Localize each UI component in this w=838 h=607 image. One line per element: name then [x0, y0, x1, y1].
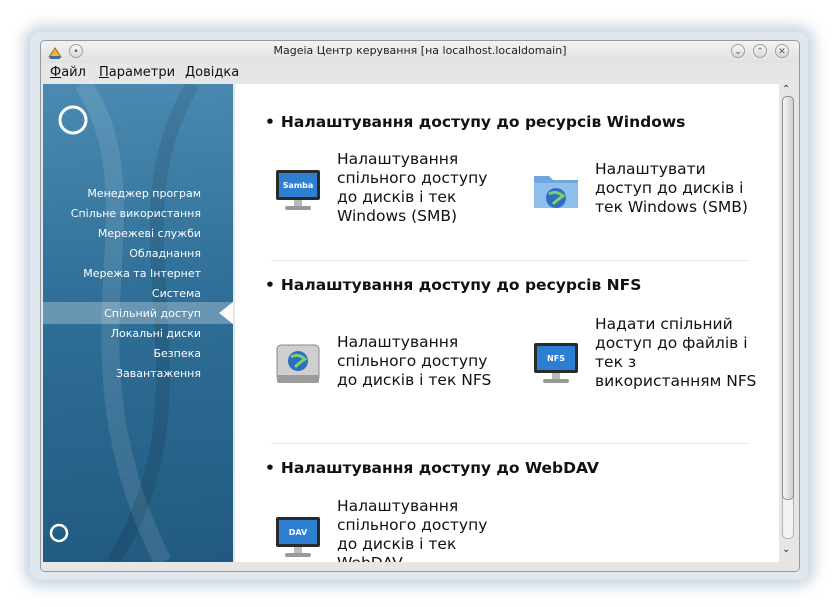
sidebar-item-local-disks[interactable]: Локальні диски — [111, 327, 201, 340]
section-divider — [271, 443, 749, 444]
svg-text:Samba: Samba — [283, 181, 314, 190]
close-button[interactable]: ✕ — [775, 44, 789, 58]
section-title-windows: • Налаштування доступу до ресурсів Window… — [265, 113, 686, 131]
sidebar-item-system[interactable]: Система — [152, 287, 201, 300]
dav-monitor-icon: DAV — [273, 511, 323, 562]
svg-text:DAV: DAV — [289, 528, 308, 537]
sidebar-item-boot[interactable]: Завантаження — [116, 367, 201, 380]
minimize-button[interactable]: ⌄ — [731, 44, 745, 58]
sidebar-item-network-sharing[interactable]: Спільний доступ — [104, 307, 201, 320]
tool-label: Налаштування спільного доступу до дисків… — [337, 150, 488, 225]
tool-label: Налаштувати доступ до дисків і тек Windo… — [595, 160, 748, 216]
sidebar-item-network-services[interactable]: Мережеві служби — [98, 227, 201, 240]
svg-text:NFS: NFS — [547, 354, 565, 363]
maximize-button[interactable]: ⌃ — [753, 44, 767, 58]
sidebar-item-software-manager[interactable]: Менеджер програм — [87, 187, 201, 200]
mageia-ring-top-icon — [58, 105, 88, 135]
tool-label: Налаштування спільного доступу до дисків… — [337, 333, 492, 389]
scroll-down-icon[interactable]: ⌄ — [782, 544, 790, 555]
menu-help[interactable]: Довідка — [185, 65, 239, 80]
menu-bar: Файл Параметри Довідка — [41, 63, 799, 83]
network-drive-icon — [273, 339, 323, 393]
section-title-nfs: • Налаштування доступу до ресурсів NFS — [265, 276, 642, 294]
control-center-window: • Mageia Центр керування [на localhost.l… — [40, 40, 800, 572]
mageia-ring-bottom-icon — [49, 523, 69, 543]
section-divider — [271, 260, 749, 261]
tool-nfs-share[interactable]: Налаштування спільного доступу до дисків… — [273, 333, 503, 393]
selection-arrow-icon — [219, 302, 233, 324]
network-folder-icon — [531, 166, 581, 220]
vertical-scrollbar[interactable]: ⌃ ⌄ — [779, 84, 797, 562]
sidebar-item-sharing[interactable]: Спільне використання — [71, 207, 201, 220]
nfs-monitor-icon: NFS — [531, 337, 581, 391]
scroll-up-icon[interactable]: ⌃ — [782, 84, 790, 95]
category-sidebar: Менеджер програм Спільне використання Ме… — [43, 84, 233, 562]
sidebar-item-network-internet[interactable]: Мережа та Інтернет — [83, 267, 201, 280]
title-bar[interactable]: • Mageia Центр керування [на localhost.l… — [41, 41, 799, 63]
sidebar-item-security[interactable]: Безпека — [153, 347, 201, 360]
tool-smb-share[interactable]: Samba Налаштування спільного доступу до … — [273, 150, 503, 226]
menu-options[interactable]: Параметри — [99, 65, 175, 80]
samba-monitor-icon: Samba — [273, 164, 323, 218]
tool-label: Надати спільний доступ до файлів і тек з… — [595, 315, 757, 390]
sidebar-item-hardware[interactable]: Обладнання — [129, 247, 201, 260]
menu-file[interactable]: Файл — [50, 65, 86, 80]
tools-panel: • Налаштування доступу до ресурсів Window… — [235, 84, 779, 562]
tool-smb-access[interactable]: Налаштувати доступ до дисків і тек Windo… — [531, 160, 761, 216]
scroll-thumb[interactable] — [782, 96, 794, 500]
tool-nfs-access[interactable]: NFS Надати спільний доступ до файлів і т… — [531, 315, 761, 411]
tool-label: Налаштування спільного доступу до дисків… — [337, 497, 488, 562]
window-bottom-frame — [41, 562, 799, 571]
window-title: Mageia Центр керування [на localhost.loc… — [273, 44, 567, 57]
section-title-webdav: • Налаштування доступу до WebDAV — [265, 459, 599, 477]
tool-webdav-share[interactable]: DAV Налаштування спільного доступу до ди… — [273, 497, 503, 562]
